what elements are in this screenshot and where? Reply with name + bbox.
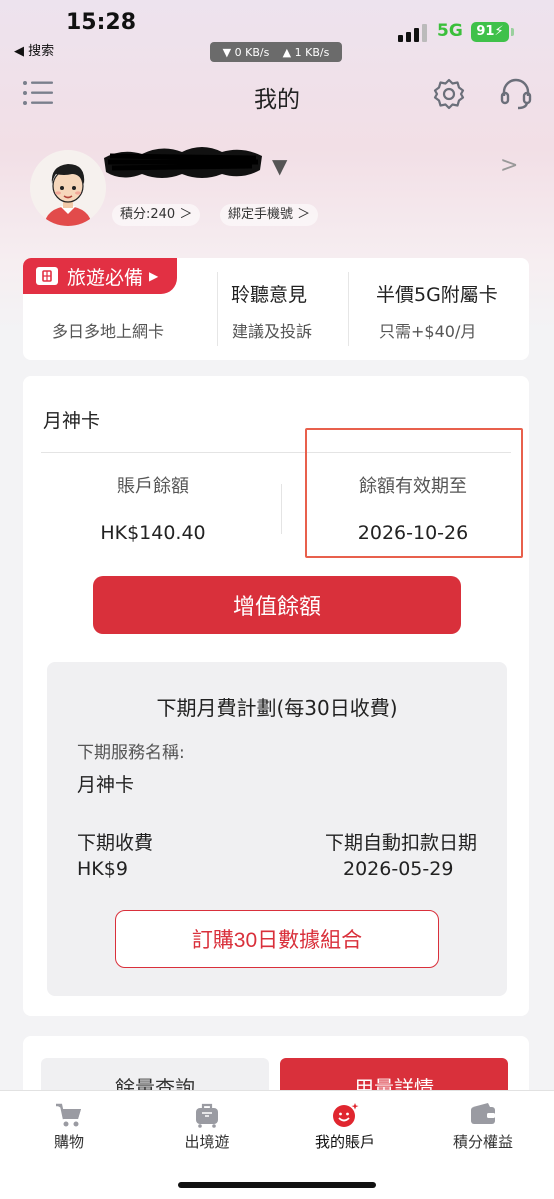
annotation-highlight-box [305, 428, 523, 558]
nav-label-travel: 出境遊 [184, 1133, 230, 1151]
balance-divider [281, 484, 282, 534]
promo-5g-subtitle: 只需+$40/月 [379, 322, 477, 341]
order-data-pack-button[interactable]: 訂購30日數據組合 [115, 910, 439, 968]
wallet-icon [471, 1103, 495, 1124]
promo-feedback-title: 聆聽意見 [231, 284, 308, 306]
promo-travel-sim-subtitle: 多日多地上網卡 [52, 322, 165, 341]
nav-label-shopping: 購物 [53, 1133, 84, 1151]
nav-item-rewards[interactable]: 積分權益 [414, 1091, 552, 1171]
balance-label: 賬戶餘額 [117, 476, 189, 497]
nav-item-travel[interactable]: 出境遊 [138, 1091, 276, 1171]
page-title: 我的 [254, 87, 300, 113]
next-debit-value: 2026-05-29 [343, 858, 454, 880]
next-fee-value: HK$9 [77, 858, 128, 880]
bind-phone-pill[interactable]: 綁定手機號 ＞ [220, 204, 319, 226]
nav-item-account[interactable]: 我的賬戶 [276, 1091, 414, 1171]
avatar-illustration [44, 164, 92, 226]
battery-icon: 91⚡ [471, 22, 509, 42]
promo-card: 旅遊必備 ▶ 多日多地上網卡 聆聽意見 建議及投訴 半價5G附屬卡 只需+$40… [23, 258, 529, 360]
topup-button[interactable]: 增值餘額 [93, 576, 461, 634]
promo-travel-sim[interactable]: 多日多地上網卡 [23, 258, 217, 360]
network-type: 5G [437, 21, 463, 41]
plan-name: 月神卡 [43, 410, 101, 432]
back-to-search-link[interactable]: ◀ 搜索 [14, 40, 54, 59]
redacted-username [104, 147, 262, 178]
next-service-label: 下期服務名稱: [77, 743, 185, 763]
account-icon [333, 1103, 359, 1127]
balance-card: 月神卡 賬戶餘額 HK$140.40 餘額有效期至 2026-10-26 增值餘… [23, 376, 529, 1016]
promo-5g-title: 半價5G附屬卡 [376, 284, 498, 306]
account-dropdown-icon[interactable]: ▼ [272, 154, 287, 178]
next-debit-label: 下期自動扣款日期 [325, 832, 478, 854]
battery-level: 91 [476, 24, 495, 39]
upload-speed: ▲ 1 KB/s [282, 45, 330, 59]
next-plan-title: 下期月費計劃(每30日收費) [156, 696, 398, 720]
next-service-value: 月神卡 [77, 774, 135, 796]
nav-item-shopping[interactable]: 購物 [0, 1091, 138, 1171]
points-pill[interactable]: 積分:240 ＞ [112, 204, 201, 226]
promo-feedback-subtitle: 建議及投訴 [232, 322, 313, 341]
next-plan-panel: 下期月費計劃(每30日收費) 下期服務名稱: 月神卡 下期收費 HK$9 下期自… [47, 662, 507, 996]
avatar[interactable] [30, 150, 106, 226]
promo-feedback[interactable]: 聆聽意見 建議及投訴 [218, 258, 348, 360]
cart-icon [56, 1103, 81, 1127]
suitcase-icon [196, 1103, 218, 1128]
gear-icon[interactable] [432, 77, 466, 111]
network-speed-indicator: ▼ 0 KB/s ▲ 1 KB/s [210, 42, 342, 62]
balance-value: HK$140.40 [100, 522, 206, 544]
download-speed: ▼ 0 KB/s [222, 45, 270, 59]
promo-5g-card[interactable]: 半價5G附屬卡 只需+$40/月 [349, 258, 529, 360]
battery-cap [511, 28, 514, 36]
home-indicator [178, 1182, 376, 1188]
nav-label-account: 我的賬戶 [314, 1133, 375, 1151]
chevron-right-icon[interactable]: > [500, 153, 518, 178]
next-fee-label: 下期收費 [77, 832, 154, 854]
status-time: 15:28 [66, 10, 137, 35]
signal-icon [398, 24, 428, 42]
status-bar: 15:28 ◀ 搜索 5G 91⚡ ▼ 0 KB/s ▲ 1 KB/s [0, 0, 554, 62]
headset-icon[interactable] [498, 76, 534, 112]
nav-label-rewards: 積分權益 [452, 1133, 513, 1151]
